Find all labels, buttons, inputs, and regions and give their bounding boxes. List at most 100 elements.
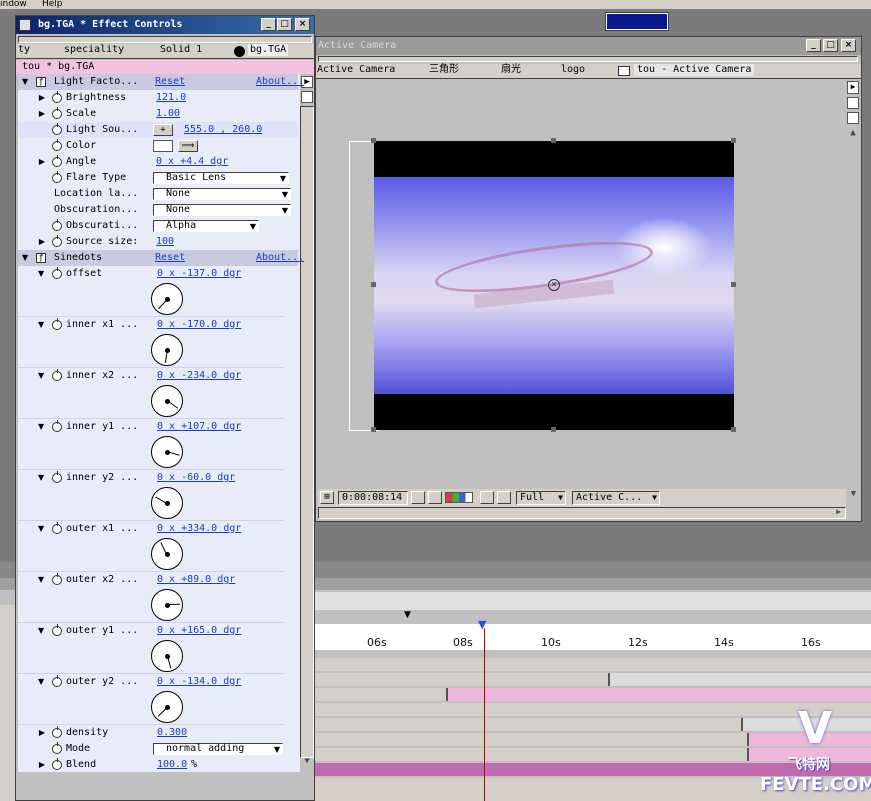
expand-triangle-icon[interactable]: ▼ xyxy=(38,623,44,639)
param-value[interactable]: 100.0 xyxy=(157,757,187,773)
tab-solid-1[interactable]: Solid 1 xyxy=(160,44,202,56)
expand-triangle-icon[interactable]: ▼ xyxy=(22,74,28,90)
param-value[interactable]: 0 x -234.0 dgr xyxy=(157,368,241,384)
stopwatch-icon[interactable] xyxy=(52,139,62,151)
scroll-up-icon[interactable]: ▲ xyxy=(847,128,859,140)
comp-hscroll[interactable] xyxy=(318,507,846,519)
tab-bg-tga[interactable]: bg.TGA xyxy=(248,44,289,56)
show-snapshot-icon[interactable] xyxy=(428,491,442,504)
tab-tou-active-camera[interactable]: tou - Active Camera xyxy=(634,64,755,76)
obscuration-type-select[interactable]: Alpha ▼ xyxy=(153,220,259,232)
param-value[interactable]: 0 x +89.0 dgr xyxy=(157,572,235,588)
maximize-icon[interactable]: □ xyxy=(277,18,292,31)
tab-logo[interactable]: logo xyxy=(561,64,585,76)
menu-window[interactable]: indow xyxy=(0,0,27,9)
effect-scroll-strip[interactable] xyxy=(18,36,312,43)
param-value[interactable]: 100 xyxy=(156,234,174,250)
minimize-icon[interactable]: _ xyxy=(806,39,821,52)
expand-triangle-icon[interactable]: ▼ xyxy=(38,572,44,588)
angle-dial[interactable] xyxy=(151,385,183,417)
mode-select[interactable]: normal adding ▼ xyxy=(153,743,283,755)
stopwatch-icon[interactable] xyxy=(52,235,62,247)
close-icon[interactable]: × xyxy=(841,39,856,52)
layer-track[interactable] xyxy=(315,658,871,671)
time-navigator[interactable] xyxy=(315,592,871,610)
stopwatch-icon[interactable] xyxy=(52,267,62,279)
stopwatch-icon[interactable] xyxy=(52,522,62,534)
comp-image[interactable]: × xyxy=(371,138,736,432)
close-icon[interactable]: × xyxy=(295,18,310,31)
angle-dial[interactable] xyxy=(151,283,183,315)
toolbar-color-swatch[interactable] xyxy=(605,12,669,31)
minimize-icon[interactable]: _ xyxy=(261,18,276,31)
channel-icon[interactable] xyxy=(445,492,473,503)
scroll-right-icon[interactable]: ▶ xyxy=(832,507,845,519)
region-icon[interactable] xyxy=(480,491,494,504)
expand-triangle-icon[interactable]: ▶ xyxy=(36,154,48,170)
param-value[interactable]: 0 x -137.0 dgr xyxy=(157,266,241,282)
expand-triangle-icon[interactable]: ▶ xyxy=(36,90,48,106)
angle-dial[interactable] xyxy=(151,334,183,366)
stopwatch-icon[interactable] xyxy=(52,318,62,330)
transparency-grid-icon[interactable] xyxy=(497,491,511,504)
expand-triangle-icon[interactable]: ▶ xyxy=(36,725,48,741)
param-value[interactable]: 0 x -170.0 dgr xyxy=(157,317,241,333)
param-value[interactable]: 0 x +107.0 dgr xyxy=(157,419,241,435)
hierarchy-icon[interactable] xyxy=(847,112,859,124)
angle-dial[interactable] xyxy=(151,589,183,621)
stopwatch-icon[interactable] xyxy=(52,123,62,135)
comp-scroll-strip[interactable] xyxy=(318,56,858,62)
angle-dial[interactable] xyxy=(151,538,183,570)
param-value[interactable]: 555.0 , 260.0 xyxy=(184,122,262,138)
fx-toggle-icon[interactable]: ƒ xyxy=(36,253,46,263)
param-value[interactable]: 0 x +4.4 dgr xyxy=(156,154,228,170)
location-layer-select[interactable]: None ▼ xyxy=(153,188,291,200)
angle-dial[interactable] xyxy=(151,691,183,723)
stopwatch-icon[interactable] xyxy=(52,91,62,103)
stopwatch-icon[interactable] xyxy=(52,726,62,738)
stopwatch-icon[interactable] xyxy=(52,573,62,585)
expand-triangle-icon[interactable]: ▶ xyxy=(36,106,48,122)
stopwatch-icon[interactable] xyxy=(52,107,62,119)
tab-active-camera[interactable]: Active Camera xyxy=(317,64,395,76)
stopwatch-icon[interactable] xyxy=(52,758,62,770)
obscuration-layer-select[interactable]: None ▼ xyxy=(153,204,291,216)
reset-link[interactable]: Reset xyxy=(155,250,185,266)
eyedropper-icon[interactable]: ⟹ xyxy=(178,140,198,152)
color-swatch[interactable] xyxy=(153,140,173,152)
timecode-display[interactable]: 0:00:08:14 xyxy=(338,491,408,505)
stopwatch-icon[interactable] xyxy=(52,171,62,183)
effect-header-sinedots[interactable]: ▼ ƒ Sinedots Reset About... xyxy=(18,250,304,266)
scroll-down-icon[interactable]: ▼ xyxy=(301,756,313,768)
param-value[interactable]: 0 x +165.0 dgr xyxy=(157,623,241,639)
stopwatch-icon[interactable] xyxy=(52,155,62,167)
stopwatch-icon[interactable] xyxy=(52,369,62,381)
expand-triangle-icon[interactable]: ▼ xyxy=(38,266,44,282)
work-area-marker[interactable]: ▼ xyxy=(404,610,411,620)
tab-speciality[interactable]: speciality xyxy=(64,44,124,56)
param-value[interactable]: 1.00 xyxy=(156,106,180,122)
angle-dial[interactable] xyxy=(151,436,183,468)
stopwatch-icon[interactable] xyxy=(52,420,62,432)
panel-menu-icon[interactable] xyxy=(301,91,313,103)
expand-triangle-icon[interactable]: ▼ xyxy=(38,368,44,384)
reset-link[interactable]: Reset xyxy=(155,74,185,90)
effect-header-light-factory[interactable]: ▼ ƒ Light Facto... Reset About... xyxy=(18,74,304,90)
crosshair-icon[interactable]: + xyxy=(153,124,173,136)
list-icon[interactable] xyxy=(847,97,859,109)
expand-triangle-icon[interactable]: ▶ xyxy=(36,757,48,773)
param-value[interactable]: 0 x -134.0 dgr xyxy=(157,674,241,690)
flare-type-select[interactable]: Basic Lens ▼ xyxy=(153,172,289,184)
tab-ty[interactable]: ty xyxy=(18,44,30,56)
param-value[interactable]: 0.300 xyxy=(157,725,187,741)
time-ruler[interactable] xyxy=(315,624,871,650)
param-value[interactable]: 0 x -60.0 dgr xyxy=(157,470,235,486)
angle-dial[interactable] xyxy=(151,640,183,672)
expand-triangle-icon[interactable]: ▼ xyxy=(38,470,44,486)
expand-triangle-icon[interactable]: ▼ xyxy=(38,521,44,537)
resolution-select[interactable]: Full ▼ xyxy=(516,491,566,505)
safe-zone-icon[interactable]: ⊞ xyxy=(320,491,334,504)
snapshot-icon[interactable] xyxy=(411,491,425,504)
expand-triangle-icon[interactable]: ▼ xyxy=(38,674,44,690)
expand-triangle-icon[interactable]: ▼ xyxy=(22,250,28,266)
